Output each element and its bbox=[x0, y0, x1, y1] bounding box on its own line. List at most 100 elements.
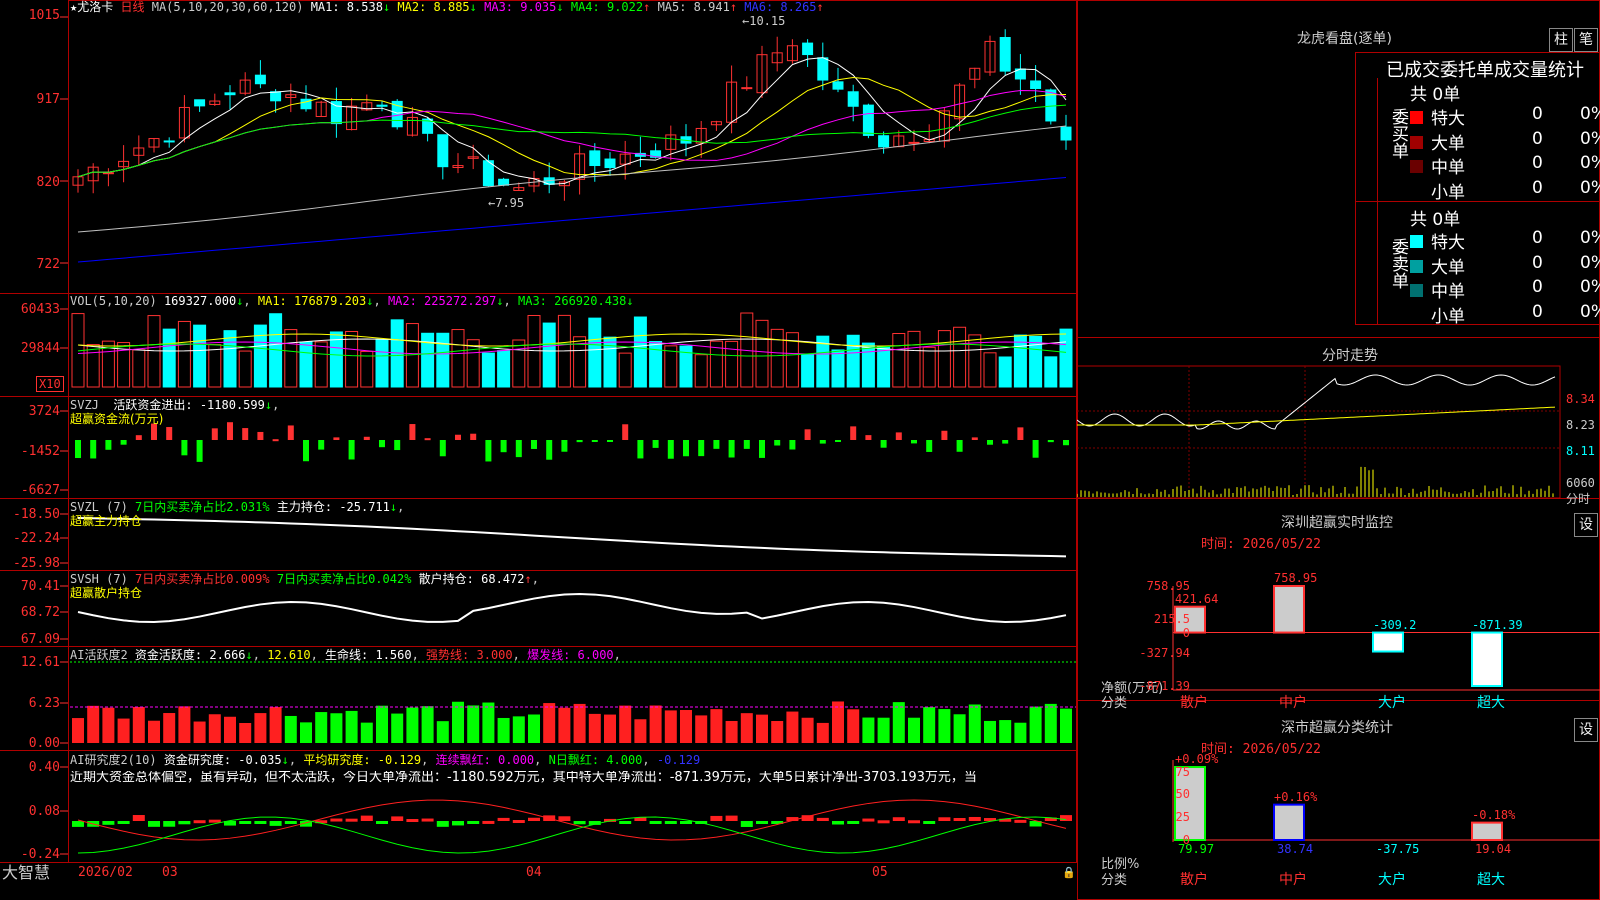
svzj-bar bbox=[531, 440, 537, 449]
ai-yj-bar bbox=[968, 816, 981, 821]
volume-bar bbox=[299, 341, 313, 388]
svzj-bar bbox=[819, 440, 826, 444]
kline-chart-area[interactable] bbox=[0, 0, 1077, 882]
svzj-bar bbox=[698, 440, 705, 457]
ai-hy-bar bbox=[725, 720, 738, 743]
ai-hy-value: 2.666 bbox=[209, 648, 246, 662]
intraday-title: 分时走势 bbox=[1322, 348, 1378, 364]
sz-monitor-settings-button[interactable]: 设 bbox=[1574, 513, 1598, 537]
ai-yj-y-tick: 0.40 bbox=[28, 760, 60, 775]
svzj-bar bbox=[409, 424, 416, 440]
ai-hy-bar bbox=[163, 713, 176, 743]
candle-down bbox=[254, 74, 266, 85]
order-size-label: 小单 bbox=[1431, 306, 1465, 327]
sz-class-category: 中户 bbox=[1279, 872, 1307, 888]
ai-yj-bar bbox=[953, 817, 966, 821]
ai-hy-v5: 爆发线: 6.000 bbox=[527, 648, 614, 662]
intraday-y-tick: 8.34 bbox=[1566, 392, 1595, 406]
vol-unit-button[interactable]: X10 bbox=[36, 376, 64, 392]
ai-yj-bar bbox=[482, 820, 495, 824]
ai-hy-bar bbox=[436, 721, 449, 743]
ai-yj-v5: -0.129 bbox=[656, 753, 701, 767]
svzj-bar bbox=[774, 440, 781, 446]
buy-order-row: 中单 0 0% bbox=[1410, 153, 1600, 178]
svzj-sub: 超赢资金流(万元) bbox=[70, 412, 164, 426]
svzj-y-tick: -1452 bbox=[20, 444, 60, 459]
svsh-title: SVSH (7) bbox=[70, 572, 128, 586]
svsh-d2: 7日内买卖净占比0.042% bbox=[276, 572, 412, 586]
volume-bar bbox=[694, 354, 708, 388]
sell-side-label: 委卖单 bbox=[1388, 238, 1408, 289]
ai-yj-v3: 连续飘红: 0.000 bbox=[435, 753, 535, 767]
ai-hy-desc: 资金活跃度: bbox=[134, 648, 203, 662]
svsh-arrow-icon: ↑ bbox=[524, 572, 532, 586]
ai-hy-bar bbox=[756, 714, 768, 743]
svzl-d2: 主力持仓: bbox=[276, 500, 333, 514]
bar-mode-button[interactable]: 柱 bbox=[1549, 28, 1573, 52]
ai-yj-bar bbox=[376, 821, 388, 824]
ai-hy-bar bbox=[391, 713, 404, 743]
ai-yj-bar bbox=[512, 820, 525, 824]
svzj-bar bbox=[379, 440, 385, 448]
ma3-value: MA3: 9.035 bbox=[484, 0, 557, 14]
sz-monitor-category: 超大 bbox=[1477, 695, 1505, 711]
volume-bar bbox=[1013, 334, 1027, 388]
ai-yj-bar bbox=[756, 821, 768, 824]
svzj-bar bbox=[120, 440, 127, 445]
volume-bar bbox=[892, 333, 906, 388]
ai-yj-bar bbox=[406, 819, 419, 823]
sz-monitor-value: 421.64 bbox=[1175, 591, 1219, 606]
volume-bar bbox=[162, 328, 176, 388]
ai-hy-bar bbox=[482, 702, 495, 743]
candle-down bbox=[832, 81, 844, 90]
vol-arrow-icon: ↓ bbox=[236, 294, 244, 308]
svzj-bar bbox=[257, 431, 264, 440]
ai-yj-bar bbox=[664, 821, 677, 824]
ai-hy-v3: 生命线: 1.560 bbox=[325, 648, 412, 662]
svsh-d3: 散户持仓: bbox=[418, 572, 474, 586]
lock-icon[interactable]: 🔒 bbox=[1062, 866, 1076, 880]
ai-yj-bar bbox=[254, 821, 267, 824]
ai-yj-bar bbox=[452, 821, 464, 826]
date-axis-label: 04 bbox=[526, 865, 542, 880]
svzj-bar bbox=[455, 434, 461, 440]
ai-yj-bar bbox=[269, 821, 282, 826]
intraday-price-line bbox=[1077, 374, 1556, 430]
sz-class-top-value: +0.16% bbox=[1274, 789, 1318, 804]
order-percent: 0% bbox=[1580, 104, 1600, 124]
order-color-swatch bbox=[1410, 184, 1423, 198]
ai-hy-bar bbox=[938, 709, 951, 743]
order-color-swatch bbox=[1410, 308, 1423, 322]
sell-order-row: 小单 0 0% bbox=[1410, 302, 1600, 327]
ai-yj-bar bbox=[497, 817, 510, 821]
svzl-y-tick: -22.24 bbox=[13, 531, 60, 546]
ma2-value: MA2: 8.885 bbox=[397, 0, 470, 14]
ai-hy-bar bbox=[710, 709, 723, 743]
period-label[interactable]: 日线 bbox=[120, 0, 144, 14]
sz-class-settings-button[interactable]: 设 bbox=[1574, 718, 1598, 742]
candle-up bbox=[741, 87, 753, 90]
volume-bar bbox=[831, 349, 845, 388]
ai-hy-bar bbox=[360, 722, 373, 743]
svzj-bar bbox=[759, 440, 765, 458]
ai-hy-bar bbox=[300, 722, 312, 743]
ai-hy-arrow-icon: ↓ bbox=[245, 648, 253, 662]
candle-up bbox=[102, 172, 114, 175]
tick-mode-button[interactable]: 笔 bbox=[1574, 28, 1598, 52]
volume-bar bbox=[223, 330, 237, 388]
main-y-tick: 917 bbox=[36, 92, 60, 107]
buy-order-row: 小单 0 0% bbox=[1410, 178, 1600, 203]
svzj-bar bbox=[105, 440, 112, 450]
svzj-bar bbox=[272, 439, 279, 442]
order-color-swatch bbox=[1410, 235, 1423, 248]
svzj-bar bbox=[667, 440, 674, 459]
candle-down bbox=[1030, 80, 1042, 89]
ai-yj-bar bbox=[573, 821, 586, 825]
ai-hy-bar bbox=[1060, 708, 1072, 743]
ai-hy-title: AI活跃度2 bbox=[70, 648, 128, 662]
svzj-bar bbox=[728, 440, 735, 458]
intraday-y-tick: 8.11 bbox=[1566, 444, 1595, 458]
svzj-bar bbox=[287, 425, 294, 440]
ai-hy-bar bbox=[193, 721, 206, 743]
vol-legend: VOL(5,10,20) 169327.000↓, MA1: 176879.20… bbox=[70, 294, 634, 308]
